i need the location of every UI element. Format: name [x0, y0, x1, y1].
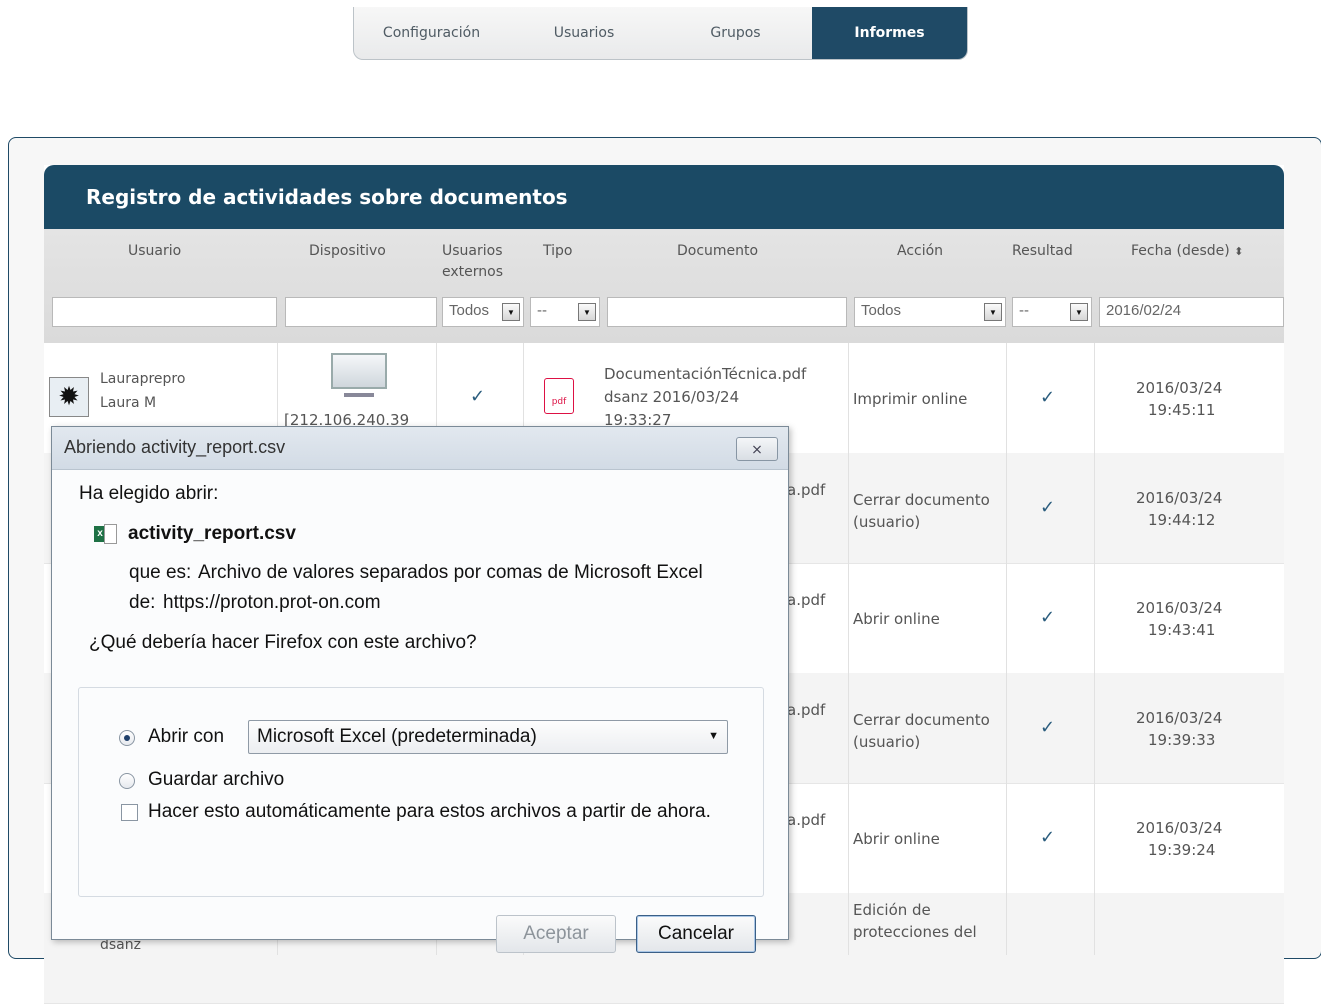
result-check-icon: ✓: [1040, 387, 1056, 408]
doc-meta: dsanz 2016/03/24: [604, 388, 740, 406]
dialog-body: Ha elegido abrir: x activity_report.csv …: [52, 470, 788, 953]
time: 19:44:12: [1148, 511, 1216, 529]
cancel-button[interactable]: Cancelar: [636, 915, 756, 953]
file-type-value: Archivo de valores separados por comas d…: [198, 562, 703, 583]
tab-informes[interactable]: Informes: [812, 7, 967, 59]
excel-file-icon: x: [94, 524, 118, 544]
action: Cerrar documento (usuario): [853, 491, 990, 531]
action: Imprimir online: [853, 390, 968, 408]
action: Abrir online: [853, 610, 940, 628]
file-source-value: https://proton.prot-on.com: [163, 592, 381, 613]
download-dialog: Abriendo activity_report.csv ⨯ Ha elegid…: [51, 426, 789, 953]
dialog-titlebar[interactable]: Abriendo activity_report.csv ⨯: [52, 427, 788, 470]
time: 19:43:41: [1148, 621, 1216, 639]
result-check-icon: ✓: [1040, 607, 1056, 628]
date: 2016/03/24: [1136, 379, 1223, 397]
user-avatar-icon: ✹: [49, 377, 89, 417]
open-with-label[interactable]: Abrir con: [148, 726, 224, 748]
col-dispositivo[interactable]: Dispositivo: [309, 241, 386, 262]
app-select[interactable]: Microsoft Excel (predeterminada) ▼: [248, 720, 728, 754]
chevron-down-icon[interactable]: ▼: [502, 303, 520, 321]
date: 2016/03/24: [1136, 599, 1223, 617]
filter-dispositivo-input[interactable]: [285, 297, 437, 327]
auto-checkbox[interactable]: [121, 804, 138, 821]
date: 2016/03/24: [1136, 709, 1223, 727]
time: 19:39:24: [1148, 841, 1216, 859]
action: Edición de protecciones del: [853, 901, 977, 941]
panel-title: Registro de actividades sobre documentos: [44, 165, 1284, 229]
date: 2016/03/24: [1136, 489, 1223, 507]
doc-name[interactable]: a.pdf: [787, 481, 825, 499]
dialog-title: Abriendo activity_report.csv: [64, 437, 286, 457]
column-divider: [848, 343, 849, 955]
chosen-label: Ha elegido abrir:: [79, 483, 219, 504]
filter-tipo-value: --: [537, 302, 547, 319]
tab-grupos[interactable]: Grupos: [659, 7, 812, 59]
col-usuarios-externos[interactable]: Usuarios externos: [442, 241, 522, 283]
col-documento[interactable]: Documento: [677, 241, 758, 262]
external-check-icon: ✓: [470, 386, 486, 407]
result-check-icon: ✓: [1040, 717, 1056, 738]
doc-name[interactable]: DocumentaciónTécnica.pdf: [604, 365, 806, 383]
close-button[interactable]: ⨯: [736, 437, 778, 461]
filter-fecha-input[interactable]: 2016/02/24: [1099, 297, 1284, 327]
chevron-down-icon: ▼: [708, 730, 719, 742]
doc-name[interactable]: a.pdf: [787, 811, 825, 829]
col-fecha-label: Fecha (desde): [1131, 243, 1230, 259]
time: 19:45:11: [1148, 401, 1216, 419]
pdf-icon: pdf: [544, 378, 574, 414]
app-select-value: Microsoft Excel (predeterminada): [257, 726, 537, 747]
tab-usuarios[interactable]: Usuarios: [509, 7, 659, 59]
filter-tipo-select[interactable]: -- ▼: [530, 297, 600, 327]
auto-label[interactable]: Hacer esto automáticamente para estos ar…: [148, 801, 711, 823]
filter-resultado-select[interactable]: -- ▼: [1012, 297, 1092, 327]
date: 2016/03/24: [1136, 819, 1223, 837]
result-check-icon: ✓: [1040, 827, 1056, 848]
desktop-stand: [344, 393, 374, 397]
action-group: [78, 687, 764, 897]
col-resultado[interactable]: Resultad: [1012, 241, 1094, 262]
top-nav: Configuración Usuarios Grupos Informes: [353, 7, 968, 60]
close-icon: ⨯: [751, 440, 763, 457]
user-name: Laura M: [100, 395, 157, 411]
save-file-radio[interactable]: [119, 773, 135, 789]
col-fecha[interactable]: Fecha (desde) ⬍: [1131, 241, 1243, 262]
filter-documento-input[interactable]: [607, 297, 847, 327]
column-divider: [1006, 343, 1007, 955]
chevron-down-icon[interactable]: ▼: [578, 303, 596, 321]
filter-accion-select[interactable]: Todos ▼: [854, 297, 1006, 327]
filter-accion-value: Todos: [861, 302, 902, 319]
table-header: Usuario Dispositivo Usuarios externos Ti…: [44, 229, 1284, 343]
col-accion[interactable]: Acción: [897, 241, 943, 262]
column-divider: [1094, 343, 1095, 955]
save-file-label[interactable]: Guardar archivo: [148, 769, 284, 791]
user-login: Lauraprepro: [100, 371, 186, 387]
chevron-down-icon[interactable]: ▼: [984, 303, 1002, 321]
file-source-label: de:: [129, 592, 156, 613]
filter-externos-select[interactable]: Todos ▼: [442, 297, 524, 327]
chevron-down-icon[interactable]: ▼: [1070, 303, 1088, 321]
doc-name[interactable]: a.pdf: [787, 591, 825, 609]
file-name: activity_report.csv: [128, 523, 296, 544]
file-type-label: que es:: [129, 562, 192, 583]
time: 19:39:33: [1148, 731, 1216, 749]
open-with-radio[interactable]: [119, 730, 135, 746]
filter-externos-value: Todos: [449, 302, 490, 319]
filter-usuario-input[interactable]: [52, 297, 277, 327]
filter-resultado-value: --: [1019, 302, 1029, 319]
result-check-icon: ✓: [1040, 497, 1056, 518]
tab-configuracion[interactable]: Configuración: [354, 7, 509, 59]
action: Cerrar documento (usuario): [853, 711, 990, 751]
action-question: ¿Qué debería hacer Firefox con este arch…: [86, 632, 480, 654]
col-usuario[interactable]: Usuario: [128, 241, 181, 262]
col-tipo[interactable]: Tipo: [543, 241, 572, 262]
action: Abrir online: [853, 830, 940, 848]
desktop-icon: [331, 353, 387, 389]
sort-icon[interactable]: ⬍: [1234, 245, 1243, 258]
ok-button[interactable]: Aceptar: [496, 915, 616, 953]
doc-name[interactable]: a.pdf: [787, 701, 825, 719]
